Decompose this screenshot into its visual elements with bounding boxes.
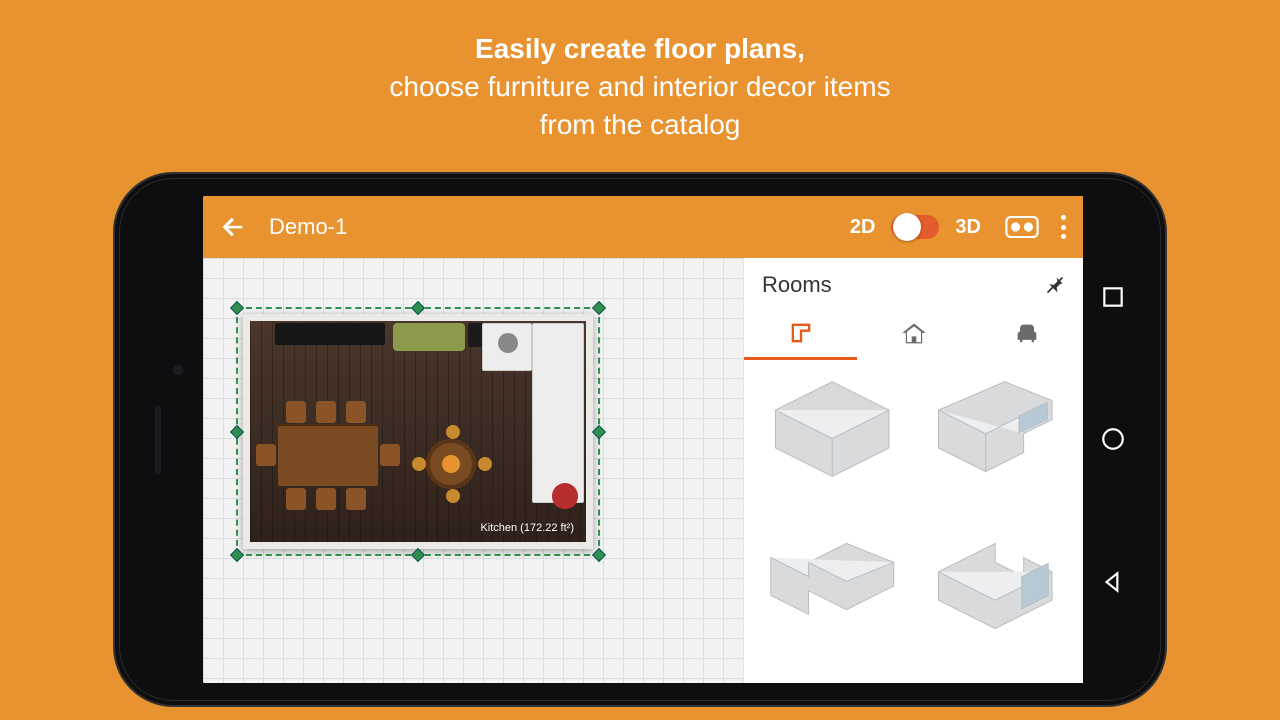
headline-bold: Easily create floor plans,: [475, 33, 805, 64]
headline-line3: from the catalog: [540, 109, 741, 140]
furniture-chair[interactable]: [346, 401, 366, 423]
furniture-chair[interactable]: [286, 401, 306, 423]
tab-rooms[interactable]: [744, 308, 857, 360]
furniture-beanbag[interactable]: [552, 483, 578, 509]
mode-2d-label[interactable]: 2D: [850, 216, 876, 239]
pin-icon[interactable]: [1045, 274, 1065, 296]
catalog-panel: Rooms: [743, 258, 1083, 683]
panel-title: Rooms: [762, 272, 1045, 298]
furniture-chair[interactable]: [346, 488, 366, 510]
room-template-2[interactable]: [929, 374, 1062, 484]
furniture-tv[interactable]: [275, 323, 385, 345]
android-navbar: [1083, 196, 1143, 683]
promo-headline: Easily create floor plans, choose furnit…: [0, 0, 1280, 143]
app: Demo-1 2D 3D: [203, 196, 1083, 683]
catalog-tabs: [744, 308, 1083, 360]
nav-back-icon[interactable]: [1100, 569, 1126, 595]
nav-recent-icon[interactable]: [1100, 284, 1126, 310]
house-icon: [900, 320, 928, 348]
furniture-stool[interactable]: [446, 489, 460, 503]
nav-home-icon[interactable]: [1100, 426, 1126, 452]
furniture-stool[interactable]: [412, 457, 426, 471]
furniture-counter[interactable]: [532, 323, 584, 503]
furniture-stool[interactable]: [446, 425, 460, 439]
furniture-round-table[interactable]: [426, 439, 476, 489]
floorplan-canvas[interactable]: Kitchen (172.22 ft²): [203, 258, 743, 683]
room-label: Kitchen (172.22 ft²): [480, 522, 574, 534]
armchair-icon: [1013, 320, 1041, 348]
project-title: Demo-1: [269, 214, 347, 240]
room-template-1[interactable]: [766, 374, 899, 484]
floorplan-icon: [787, 319, 815, 347]
back-icon[interactable]: [219, 213, 247, 241]
vr-icon[interactable]: [1005, 216, 1039, 238]
mode-3d-label[interactable]: 3D: [955, 216, 981, 239]
furniture-dining-table[interactable]: [278, 424, 378, 486]
furniture-chair[interactable]: [286, 488, 306, 510]
furniture-chair[interactable]: [256, 444, 276, 466]
room-thumbnails: [744, 360, 1083, 683]
furniture-chair[interactable]: [316, 401, 336, 423]
furniture-sofa[interactable]: [393, 323, 465, 351]
view-mode-toggle[interactable]: [891, 215, 939, 239]
room-kitchen[interactable]: Kitchen (172.22 ft²): [243, 314, 593, 549]
room-template-3[interactable]: [766, 531, 899, 641]
furniture-chair[interactable]: [380, 444, 400, 466]
overflow-menu-icon[interactable]: [1061, 215, 1067, 239]
tab-furniture[interactable]: [970, 308, 1083, 360]
furniture-stool[interactable]: [478, 457, 492, 471]
tab-structure[interactable]: [857, 308, 970, 360]
room-template-4[interactable]: [929, 531, 1062, 641]
app-bar: Demo-1 2D 3D: [203, 196, 1083, 258]
furniture-chair[interactable]: [316, 488, 336, 510]
headline-line2: choose furniture and interior decor item…: [389, 71, 890, 102]
phone-screen: Demo-1 2D 3D: [203, 196, 1143, 683]
phone-frame: Demo-1 2D 3D: [113, 172, 1167, 707]
furniture-sink[interactable]: [498, 333, 518, 353]
